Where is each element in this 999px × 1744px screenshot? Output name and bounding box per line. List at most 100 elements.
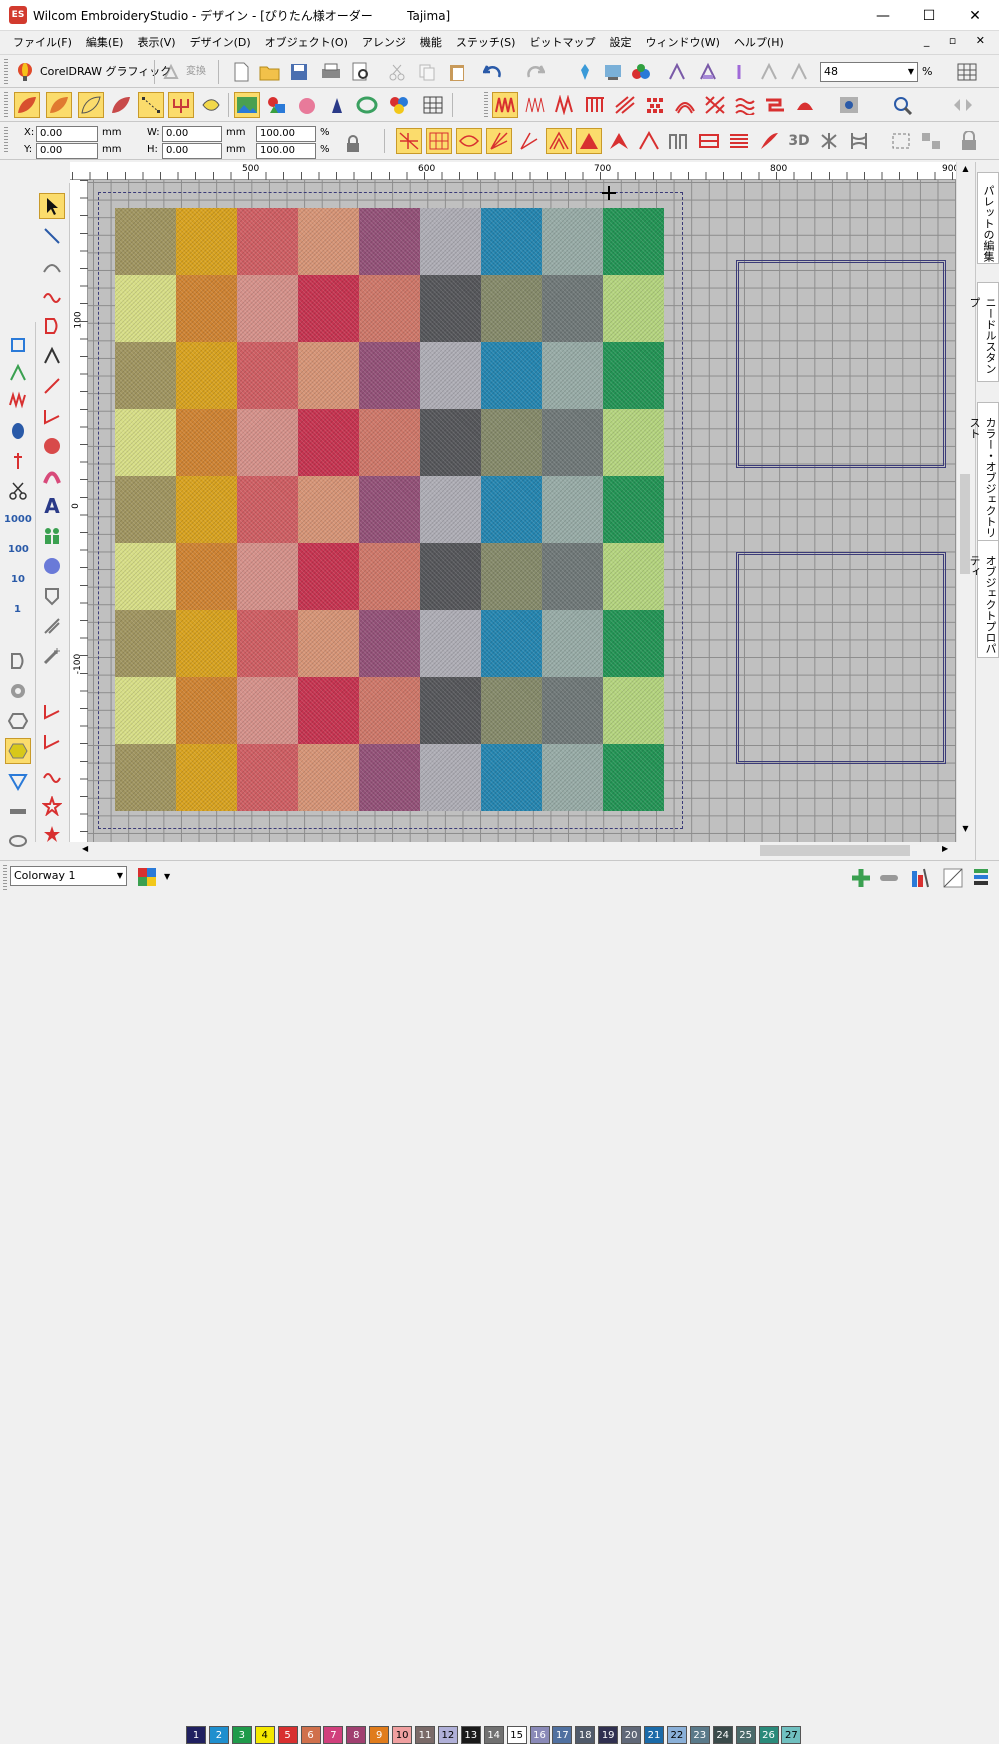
toolbar-grip[interactable] [3, 865, 7, 891]
stitch-swatch[interactable] [603, 677, 664, 744]
no-color-icon[interactable] [940, 865, 966, 891]
horizontal-scrollbar[interactable]: ◀ ▶ [70, 842, 956, 859]
menu-arrange[interactable]: アレンジ [355, 32, 413, 54]
stitch-swatch[interactable] [359, 543, 420, 610]
copy-icon[interactable] [414, 59, 440, 85]
toolbar-grip[interactable] [4, 127, 8, 153]
step-10-label[interactable]: 10 [11, 572, 25, 588]
fish-icon[interactable] [198, 92, 224, 118]
stitch-swatch[interactable] [237, 677, 298, 744]
stitch-swatch[interactable] [298, 610, 359, 677]
offset-tool-icon[interactable] [39, 728, 65, 754]
stitch-swatch[interactable] [298, 476, 359, 543]
stitch-swatch[interactable] [237, 342, 298, 409]
stitch-swatch[interactable] [542, 208, 603, 275]
toolbar-grip[interactable] [4, 92, 8, 118]
stitch-swatch[interactable] [603, 275, 664, 342]
stitch-swatch[interactable] [298, 275, 359, 342]
stitch-swatch[interactable] [542, 342, 603, 409]
wave-tool-icon[interactable] [39, 763, 65, 789]
pen-tool-icon[interactable] [5, 798, 31, 824]
select-arrow-icon[interactable] [39, 193, 65, 219]
y-position-field[interactable]: 0.00 [36, 143, 98, 159]
stitch-swatch[interactable] [359, 744, 420, 811]
color-blend-icon[interactable] [386, 92, 412, 118]
close-button[interactable]: ✕ [952, 0, 998, 31]
convert-label[interactable]: 変換 [186, 64, 206, 80]
circle-stitch-icon[interactable] [39, 433, 65, 459]
stitch-swatch[interactable] [542, 543, 603, 610]
stitch-symmetry-icon[interactable] [816, 128, 842, 154]
stitch-swatch[interactable] [603, 610, 664, 677]
maximize-button[interactable]: ☐ [906, 0, 952, 31]
scroll-left-icon[interactable]: ◀ [82, 844, 88, 853]
star-tool-icon[interactable] [39, 793, 65, 819]
scroll-up-icon[interactable]: ▲ [957, 164, 974, 173]
stitch-swatch[interactable] [542, 476, 603, 543]
stitch-swatch[interactable] [481, 744, 542, 811]
ring-tool-icon[interactable] [5, 826, 31, 852]
3d-view-icon[interactable]: 3D [786, 128, 812, 154]
stitch-swatch[interactable] [481, 342, 542, 409]
palette-color-25[interactable]: 25 [735, 1726, 756, 1744]
tab-color-object-list[interactable]: カラー・オブジェクトリスト [968, 402, 999, 542]
stitch-swatch[interactable] [237, 275, 298, 342]
monogram-icon[interactable] [354, 92, 380, 118]
stitch-swatch[interactable] [420, 409, 481, 476]
save-icon[interactable] [286, 59, 312, 85]
tab-needle-stamp[interactable]: ニードルスタンプ [968, 282, 999, 382]
stitch-swatch[interactable] [359, 476, 420, 543]
stitch-swatch[interactable] [176, 543, 237, 610]
stitch-grid-icon[interactable] [426, 128, 452, 154]
menu-view[interactable]: 表示(V) [130, 32, 182, 54]
stitch-swatch[interactable] [481, 610, 542, 677]
freehand-tool-icon[interactable] [39, 283, 65, 309]
stitch-swatch[interactable] [176, 476, 237, 543]
menu-help[interactable]: ヘルプ(H) [727, 32, 791, 54]
menu-object[interactable]: オブジェクト(O) [258, 32, 355, 54]
reshape-tool-icon[interactable] [39, 223, 65, 249]
palette-color-27[interactable]: 27 [781, 1726, 802, 1744]
palette-color-18[interactable]: 18 [575, 1726, 596, 1744]
paste-icon[interactable] [444, 59, 470, 85]
stitch-player-icon[interactable] [600, 59, 626, 85]
star-fill-icon[interactable] [39, 821, 65, 847]
stitch-swatch[interactable] [542, 409, 603, 476]
palette-color-8[interactable]: 8 [346, 1726, 367, 1744]
tab-palette-editor[interactable]: パレットの編集 [977, 172, 999, 264]
stitch-fern-icon[interactable] [756, 128, 782, 154]
x-position-field[interactable]: 0.00 [36, 126, 98, 142]
pattern-fill-icon[interactable] [642, 92, 668, 118]
width-field[interactable]: 0.00 [162, 126, 222, 142]
thread-chart-icon[interactable] [906, 865, 932, 891]
palette-color-19[interactable]: 19 [598, 1726, 619, 1744]
hexagon-icon[interactable] [5, 708, 31, 734]
stitch-swatch[interactable] [359, 677, 420, 744]
redo-icon[interactable] [522, 59, 548, 85]
palette-color-22[interactable]: 22 [666, 1726, 687, 1744]
wave-fill-icon[interactable] [732, 92, 758, 118]
print-preview-icon[interactable] [348, 59, 374, 85]
menu-edit[interactable]: 編集(E) [79, 32, 131, 54]
stitch-arrow-icon[interactable] [606, 128, 632, 154]
stitch-swatch[interactable] [359, 342, 420, 409]
picture-icon[interactable] [234, 92, 260, 118]
new-file-icon[interactable] [228, 59, 254, 85]
stitch-swatch[interactable] [542, 275, 603, 342]
stitch-swatch[interactable] [176, 342, 237, 409]
select-frame-icon[interactable] [888, 128, 914, 154]
stitch-swatch[interactable] [115, 208, 176, 275]
stitch-swatch[interactable] [481, 677, 542, 744]
stitch-lines-icon[interactable] [726, 128, 752, 154]
stitch-swatch[interactable] [176, 409, 237, 476]
palette-color-15[interactable]: 15 [506, 1726, 527, 1744]
grid-toggle-icon[interactable] [954, 59, 980, 85]
vertical-scrollbar[interactable]: ▲ ▼ [956, 162, 973, 842]
column-tool-icon[interactable] [39, 613, 65, 639]
stitch-swatch[interactable] [420, 342, 481, 409]
thread-icon[interactable] [5, 418, 31, 444]
trim-icon[interactable] [664, 59, 690, 85]
stop-icon[interactable] [786, 59, 812, 85]
select-group-icon[interactable] [918, 128, 944, 154]
hand-icon[interactable] [294, 92, 320, 118]
